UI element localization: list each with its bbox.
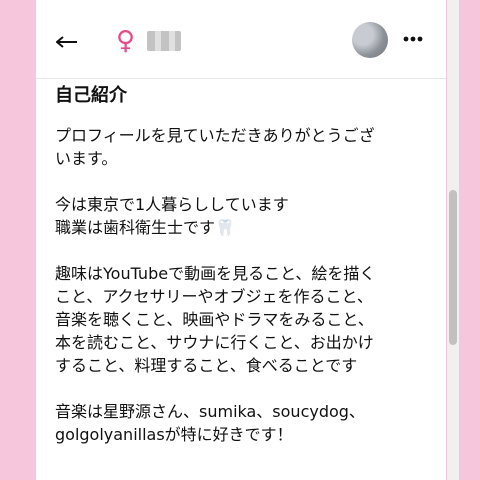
vertical-scrollbar[interactable]	[447, 0, 459, 480]
profile-header: ♀	[36, 0, 446, 79]
blurred-username	[147, 31, 181, 51]
more-horizontal-icon[interactable]	[403, 35, 423, 43]
arrow-left-icon[interactable]	[56, 36, 78, 48]
avatar[interactable]	[352, 22, 388, 58]
section-title: 自己紹介	[55, 85, 127, 106]
scrollbar-thumb[interactable]	[449, 190, 457, 345]
self-introduction-text: プロフィールを見ていただきありがとうござ います。 今は東京で1人暮らししていま…	[55, 126, 376, 444]
profile-window: ♀ 自己紹介 プロフィールを見ていただきありがとうござ います。 今は東京で1人…	[36, 0, 446, 480]
female-gender-icon: ♀	[116, 26, 136, 56]
profile-content: 自己紹介 プロフィールを見ていただきありがとうござ います。 今は東京で1人暮ら…	[55, 78, 427, 480]
